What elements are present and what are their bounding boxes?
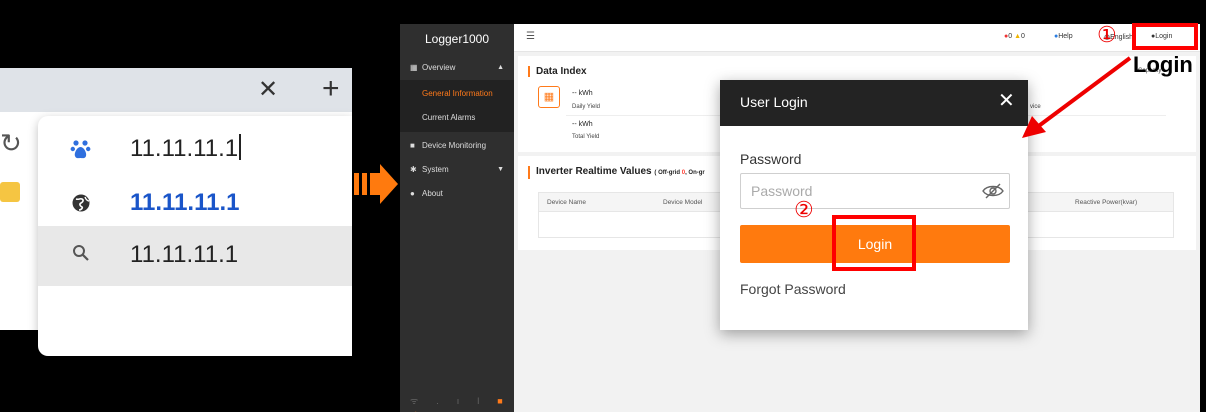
chevron-down-icon: ▼ xyxy=(497,166,504,173)
next-step-arrow-icon xyxy=(354,164,398,204)
dialog-title: User Login xyxy=(740,94,808,110)
new-tab-icon[interactable]: + xyxy=(322,74,340,104)
sidebar-status-icons: ᯤ.ıl■☁ xyxy=(410,394,510,412)
help-link[interactable]: ●Help xyxy=(1054,33,1073,40)
omnibox-input-text[interactable]: 11.11.11.1 xyxy=(130,134,242,164)
daily-yield-label: Daily Yield xyxy=(572,104,601,110)
step-1-marker: ① xyxy=(1097,22,1117,47)
dialog-header: User Login ✕ xyxy=(720,80,1028,126)
sidebar-item-label: System xyxy=(422,165,449,174)
sidebar-item-label: Overview xyxy=(422,63,456,72)
omnibox-suggestions: 11.11.11.1 11.11.11.1 11.11.11.1 xyxy=(38,116,352,356)
suggestion-search-row[interactable]: 11.11.11.1 xyxy=(38,226,352,286)
sidebar-item-current-alarms[interactable]: Current Alarms xyxy=(400,106,514,130)
forgot-password-link[interactable]: Forgot Password xyxy=(740,281,846,297)
search-icon xyxy=(68,240,94,266)
sidebar-item-label: Current Alarms xyxy=(422,113,476,122)
wifi-icon: ᯤ xyxy=(410,396,437,406)
sidebar-item-overview[interactable]: ▦ Overview ▲ xyxy=(400,56,514,80)
browser-tab-bar: ✕ + xyxy=(0,68,352,112)
suggestion-url-row[interactable]: 11.11.11.1 xyxy=(38,176,352,230)
inverter-grid-status: ( Off-grid 0, On-gr xyxy=(654,170,705,176)
close-icon[interactable]: ✕ xyxy=(998,90,1015,112)
sidebar-item-label: About xyxy=(422,189,443,198)
warning-icon: ▲ xyxy=(1014,33,1022,40)
inverter-realtime-title: Inverter Realtime Values ( Off-grid 0, O… xyxy=(528,166,705,179)
eye-hidden-icon[interactable] xyxy=(982,181,1004,201)
alarm-counter[interactable]: ●0 ▲0 xyxy=(1004,33,1025,40)
password-label: Password xyxy=(740,151,802,167)
total-yield-label: Total Yield xyxy=(572,134,600,140)
suggestion-search-text: 11.11.11.1 xyxy=(130,241,239,268)
cloud-icon: ☁ xyxy=(410,407,437,412)
column-header: Device Name xyxy=(547,199,587,206)
stage: ✕ + ↻ 11.11.11.1 11.11.11.1 11.11.11.1 L… xyxy=(0,0,1206,412)
user-login-dialog: User Login ✕ Password Login Forgot Passw… xyxy=(720,80,1028,330)
sidebar-item-device-monitoring[interactable]: ■ Device Monitoring xyxy=(400,134,514,158)
login-highlight-box xyxy=(1132,23,1198,50)
grid-icon: ▦ xyxy=(410,63,418,72)
column-header: Device Model xyxy=(663,199,703,206)
gear-icon: ✱ xyxy=(410,165,417,174)
info-icon: ● xyxy=(410,189,415,198)
bookmark-folder-icon[interactable] xyxy=(0,182,20,202)
menu-toggle-icon[interactable]: ☰ xyxy=(526,31,535,42)
sidebar-item-system[interactable]: ✱ System ▼ xyxy=(400,158,514,182)
omnibox-input-row[interactable]: 11.11.11.1 xyxy=(38,122,352,176)
data-index-title: Data Index xyxy=(528,66,587,77)
sidebar-item-about[interactable]: ● About xyxy=(400,182,514,206)
tab-close-icon[interactable]: ✕ xyxy=(258,76,278,104)
daily-yield-value: -- kWh xyxy=(572,90,593,97)
globe-icon xyxy=(68,190,94,216)
baidu-paw-icon xyxy=(68,136,94,162)
sidebar-item-label: Device Monitoring xyxy=(422,141,487,150)
chevron-up-icon: ▲ xyxy=(497,64,504,71)
reload-icon[interactable]: ↻ xyxy=(0,128,22,158)
suggestion-url-text: 11.11.11.1 xyxy=(130,189,240,216)
signal-icon: .ıl xyxy=(436,396,498,406)
column-header: Reactive Power(kvar) xyxy=(1075,199,1138,206)
sidebar: Logger1000 ▦ Overview ▲ General Informat… xyxy=(400,24,514,412)
browser-snippet: ✕ + ↻ 11.11.11.1 11.11.11.1 11.11.11.1 xyxy=(0,68,352,356)
step-2-marker: ② xyxy=(794,197,814,222)
app-title: Logger1000 xyxy=(424,32,490,46)
login-button-highlight-box xyxy=(832,215,916,271)
total-yield-value: -- kWh xyxy=(572,121,593,128)
solar-panel-icon: ▦ xyxy=(538,86,560,108)
text-caret xyxy=(239,134,242,160)
password-input[interactable] xyxy=(740,173,1010,209)
sidebar-item-label: General Information xyxy=(422,89,493,98)
sidebar-item-general-information[interactable]: General Information xyxy=(400,82,514,106)
monitor-icon: ■ xyxy=(410,141,415,150)
login-callout-text: Login xyxy=(1133,52,1193,77)
